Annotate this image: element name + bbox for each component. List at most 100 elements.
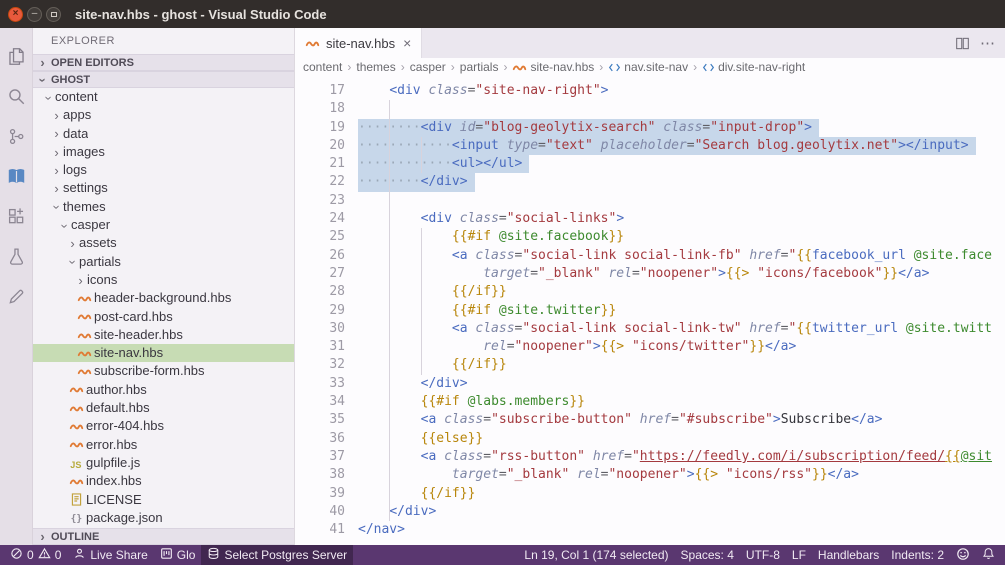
tree-item-logs[interactable]: › logs	[33, 161, 294, 179]
tree-item-site-header.hbs[interactable]: site-header.hbs	[33, 326, 294, 344]
status-indentation[interactable]: Spaces: 4	[675, 545, 740, 565]
code-line[interactable]: 17 <div class="site-nav-right">	[295, 82, 1005, 100]
close-icon[interactable]: ×	[403, 35, 411, 51]
tree-item-error.hbs[interactable]: error.hbs	[33, 436, 294, 454]
section-open-editors[interactable]: › OPEN EDITORS	[33, 54, 294, 71]
code-token: {{	[945, 448, 961, 464]
code-line[interactable]: 41 </nav>	[295, 521, 1005, 539]
code-line[interactable]: 31 rel="noopener">{{> "icons/twitter"}}<…	[295, 338, 1005, 356]
code-line[interactable]: 32 {{/if}}	[295, 356, 1005, 374]
code-line[interactable]: 35 <a class="subscribe-button" href="#su…	[295, 411, 1005, 429]
status-indents[interactable]: Indents: 2	[885, 545, 950, 565]
code-line[interactable]: 40 </div>	[295, 503, 1005, 521]
tree-item-content[interactable]: › content	[33, 88, 294, 106]
status-feedback[interactable]	[950, 545, 976, 565]
chevron-down-icon: ›	[41, 95, 57, 100]
status-problems[interactable]: 00	[4, 545, 67, 565]
activity-docs-button[interactable]	[0, 156, 33, 196]
status-live-share[interactable]: Live Share	[67, 545, 153, 565]
line-number: 17	[329, 83, 345, 98]
activity-explorer-button[interactable]	[0, 36, 33, 76]
status-notifications[interactable]	[976, 545, 1001, 565]
code-line[interactable]: 28 {{/if}}	[295, 283, 1005, 301]
code-line[interactable]: 19 ········<div id="blog-geolytix-search"…	[295, 118, 1005, 137]
selection-highlight: ········</div>	[358, 173, 475, 192]
activity-testing-button[interactable]	[0, 236, 33, 276]
tab-site-nav-hbs[interactable]: site-nav.hbs ×	[295, 28, 423, 58]
tree-item-icons[interactable]: › icons	[33, 271, 294, 289]
code-line[interactable]: 39 {{/if}}	[295, 485, 1005, 503]
breadcrumb-item-content[interactable]: content	[303, 60, 342, 74]
activity-edit-button[interactable]	[0, 276, 33, 316]
tree-item-error-404.hbs[interactable]: error-404.hbs	[33, 417, 294, 435]
code-line[interactable]: 23	[295, 192, 1005, 210]
code-token: =	[631, 265, 640, 281]
tree-item-settings[interactable]: › settings	[33, 179, 294, 197]
breadcrumb-item-casper[interactable]: casper	[410, 60, 446, 74]
status-glo[interactable]: Glo	[154, 545, 202, 565]
code-token: </a>	[851, 412, 883, 428]
maximize-button[interactable]	[46, 6, 61, 22]
code-line[interactable]: 24 <div class="social-links">	[295, 210, 1005, 228]
code-line[interactable]: 34 {{#if @labs.members}}	[295, 393, 1005, 411]
code-line[interactable]: 30 <a class = "social-link social-link-tw"…	[295, 320, 1005, 338]
tree-item-casper[interactable]: › casper	[33, 216, 294, 234]
status-cursor-position[interactable]: Ln 19, Col 1 (174 selected)	[518, 545, 674, 565]
code-token: Subscribe	[780, 412, 852, 428]
code-line[interactable]: 38 target="_blank" rel="noopener">{{> "i…	[295, 466, 1005, 484]
tree-item-header-background.hbs[interactable]: header-background.hbs	[33, 289, 294, 307]
more-actions-icon[interactable]: ⋯	[980, 34, 995, 52]
tree-item-author.hbs[interactable]: author.hbs	[33, 381, 294, 399]
breadcrumb-item-site-nav.hbs[interactable]: site-nav.hbs	[512, 60, 594, 75]
code-line[interactable]: 37 <a class="rss-button" href="https://f…	[295, 448, 1005, 466]
breadcrumb-item-partials[interactable]: partials	[460, 60, 499, 74]
code-line[interactable]: 26 <a class = "social-link social-link-fb"…	[295, 247, 1005, 265]
code-token: =	[530, 265, 539, 281]
minimize-button[interactable]: –	[27, 6, 42, 22]
chevron-right-icon: ›	[40, 55, 45, 70]
tree-item-data[interactable]: › data	[33, 125, 294, 143]
tree-item-site-nav.hbs[interactable]: site-nav.hbs	[33, 344, 294, 363]
code-token: =	[780, 247, 789, 263]
split-editor-icon[interactable]	[955, 36, 970, 51]
close-button[interactable]: ×	[8, 6, 23, 22]
code-line[interactable]: 29 {{#if @site.twitter}}	[295, 302, 1005, 320]
tree-item-index.hbs[interactable]: index.hbs	[33, 472, 294, 490]
code-line[interactable]: 18	[295, 100, 1005, 118]
code-line[interactable]: 21 ············<ul></ul>	[295, 155, 1005, 174]
code-token: >	[718, 265, 726, 281]
tree-item-post-card.hbs[interactable]: post-card.hbs	[33, 308, 294, 326]
tree-item-images[interactable]: › images	[33, 143, 294, 161]
code-line[interactable]: 33 </div>	[295, 375, 1005, 393]
tree-item-default.hbs[interactable]: default.hbs	[33, 399, 294, 417]
code-line[interactable]: 36 {{else}}	[295, 430, 1005, 448]
code-token: >	[592, 339, 601, 355]
tree-item-subscribe-form.hbs[interactable]: subscribe-form.hbs	[33, 362, 294, 380]
tree-item-gulpfile.js[interactable]: JS gulpfile.js	[33, 454, 294, 472]
activity-search-button[interactable]	[0, 76, 33, 116]
code-line[interactable]: 20 ············<input type="text" placeho…	[295, 136, 1005, 156]
code-line[interactable]: 27 target="_blank" rel="noopener">{{> "i…	[295, 265, 1005, 283]
status-postgres-server[interactable]: Select Postgres Server	[201, 545, 354, 565]
section-folder-ghost[interactable]: › GHOST	[33, 71, 294, 88]
code-editor[interactable]: 17 <div class="site-nav-right">1819·····…	[295, 76, 1005, 545]
tree-item-partials[interactable]: › partials	[33, 253, 294, 271]
breadcrumb-item-themes[interactable]: themes	[356, 60, 395, 74]
breadcrumb-item-div.site-nav-right[interactable]: div.site-nav-right	[702, 60, 805, 74]
tree-item-LICENSE[interactable]: LICENSE	[33, 491, 294, 509]
activity-source-control-button[interactable]	[0, 116, 33, 156]
tree-item-themes[interactable]: › themes	[33, 198, 294, 216]
breadcrumb-item-nav.site-nav[interactable]: nav.site-nav	[608, 60, 688, 74]
tree-item-assets[interactable]: › assets	[33, 234, 294, 252]
tree-item-apps[interactable]: › apps	[33, 106, 294, 124]
status-encoding[interactable]: UTF-8	[740, 545, 786, 565]
status-language-mode[interactable]: Handlebars	[812, 545, 885, 565]
code-line[interactable]: 22 ········</div>	[295, 173, 1005, 192]
status-eol[interactable]: LF	[786, 545, 812, 565]
tree-item-package.json[interactable]: {} package.json	[33, 509, 294, 527]
code-line[interactable]: 25 {{#if @site.facebook}}	[295, 228, 1005, 246]
activity-extensions-button[interactable]	[0, 196, 33, 236]
tree-item-label: site-nav.hbs	[94, 345, 164, 361]
section-outline[interactable]: › OUTLINE	[33, 528, 294, 545]
code-token: "_blank"	[506, 467, 570, 483]
